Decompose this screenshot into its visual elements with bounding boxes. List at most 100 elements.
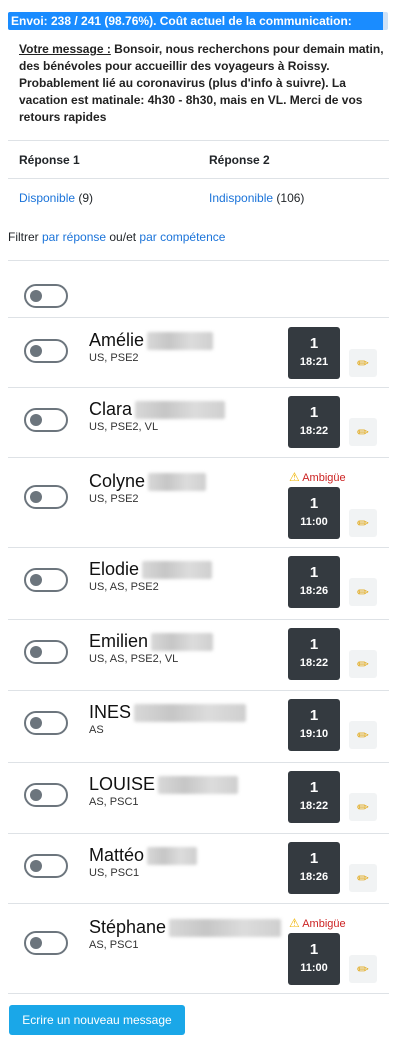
response-badge[interactable]: 1 11:00 [288,933,340,985]
response-badge[interactable]: 1 19:10 [288,699,340,751]
recipient-first-name: Emilien [89,631,149,651]
recipient-row: Amélie US, PSE2 1 18:21 ✏ [8,318,389,387]
recipient-skills: US, AS, PSE2 [89,581,159,593]
edit-pencil-icon[interactable]: ✏ [349,509,377,537]
recipient-name-row: Mattéo [89,845,198,867]
recipient-first-name: Elodie [89,559,140,579]
response-time: 18:22 [299,657,329,669]
divider [8,260,389,261]
response-badge[interactable]: 1 18:22 [288,628,340,680]
response-number: 1 [309,707,319,724]
toggle-knob [30,345,42,357]
response-time: 18:22 [299,800,329,812]
recipient-name-row: Emilien [89,631,214,653]
edit-pencil-icon[interactable]: ✏ [349,864,377,892]
recipient-row: INES AS 1 19:10 ✏ [8,690,389,762]
response-time: 18:26 [299,585,329,597]
recipient-row: Elodie US, AS, PSE2 1 18:26 ✏ [8,547,389,619]
divider [8,178,389,179]
response-badge[interactable]: 1 18:26 [288,556,340,608]
send-status-text: Envoi: 238 / 241 (98.76%). Coût actuel d… [11,14,352,28]
edit-pencil-icon[interactable]: ✏ [349,955,377,983]
warning-icon: ⚠ [289,916,300,930]
redacted-last-name [135,400,226,419]
response-1-link[interactable]: Disponible [19,191,75,205]
edit-pencil-icon[interactable]: ✏ [349,349,377,377]
filter-line: Filtrer par réponse ou/et par compétence [8,230,225,244]
response-badge[interactable]: 1 18:22 [288,771,340,823]
divider [8,140,389,141]
response-number: 1 [309,564,319,581]
redacted-last-name [151,632,214,651]
response-badge[interactable]: 1 18:22 [288,396,340,448]
response-1-header: Réponse 1 [19,153,80,167]
recipient-toggle[interactable] [24,339,68,363]
ambiguous-flag: ⚠ Ambigüe [289,470,346,484]
message-title: Votre message : [19,42,111,56]
redacted-last-name [147,846,198,865]
recipient-row: Mattéo US, PSC1 1 18:26 ✏ [8,833,389,903]
recipient-name-row: Clara [89,399,226,421]
redacted-last-name [148,472,207,491]
response-2-header: Réponse 2 [209,153,270,167]
response-2-count: (106) [276,191,305,205]
recipient-toggle[interactable] [24,711,68,735]
toggle-knob [30,646,42,658]
recipient-row: Stéphane AS, PSC1 ⚠ Ambigüe 1 11:00 ✏ [8,903,389,993]
recipient-first-name: Stéphane [89,917,167,937]
recipient-toggle[interactable] [24,568,68,592]
edit-pencil-icon[interactable]: ✏ [349,721,377,749]
ambiguous-label: Ambigüe [302,472,346,484]
recipient-first-name: Clara [89,399,133,419]
recipient-first-name: Colyne [89,471,146,491]
recipient-skills: US, PSE2, VL [89,421,159,433]
warning-icon: ⚠ [289,470,300,484]
response-badge[interactable]: 1 11:00 [288,487,340,539]
new-message-button[interactable]: Ecrire un nouveau message [9,1005,185,1035]
recipient-name-row: LOUISE [89,774,239,796]
recipient-toggle[interactable] [24,408,68,432]
recipient-row: LOUISE AS, PSC1 1 18:22 ✏ [8,762,389,833]
toggle-knob [30,414,42,426]
response-2-link[interactable]: Indisponible [209,191,273,205]
recipient-toggle[interactable] [24,783,68,807]
response-number: 1 [309,404,319,421]
response-time: 18:26 [299,871,329,883]
recipient-first-name: LOUISE [89,774,156,794]
ambiguous-flag: ⚠ Ambigüe [289,916,346,930]
recipient-name-row: Amélie [89,330,214,352]
recipient-toggle[interactable] [24,485,68,509]
response-1-value: Disponible (9) [19,191,93,205]
toggle-knob [30,717,42,729]
response-number: 1 [309,941,319,958]
response-badge[interactable]: 1 18:21 [288,327,340,379]
recipient-row: Emilien US, AS, PSE2, VL 1 18:22 ✏ [8,619,389,690]
recipient-name-row: Colyne [89,471,207,493]
recipient-toggle[interactable] [24,854,68,878]
redacted-last-name [142,560,213,579]
filter-by-response-link[interactable]: par réponse [42,230,106,244]
response-badge[interactable]: 1 18:26 [288,842,340,894]
recipient-toggle[interactable] [24,931,68,955]
recipient-toggle[interactable] [24,640,68,664]
recipient-skills: AS [89,724,104,736]
filter-prefix: Filtrer [8,230,42,244]
response-number: 1 [309,779,319,796]
edit-pencil-icon[interactable]: ✏ [349,418,377,446]
response-1-count: (9) [78,191,94,205]
recipient-name-row: INES [89,702,247,724]
select-all-toggle[interactable] [24,284,68,308]
response-number: 1 [309,335,319,352]
redacted-last-name [134,703,247,722]
filter-by-skill-link[interactable]: par compétence [139,230,225,244]
recipient-row: Clara US, PSE2, VL 1 18:22 ✏ [8,387,389,457]
edit-pencil-icon[interactable]: ✏ [349,793,377,821]
edit-pencil-icon[interactable]: ✏ [349,578,377,606]
message-text: Votre message : Bonsoir, nous recherchon… [19,41,384,126]
edit-pencil-icon[interactable]: ✏ [349,650,377,678]
response-time: 18:21 [299,356,329,368]
ambiguous-label: Ambigüe [302,918,346,930]
recipient-first-name: Amélie [89,330,145,350]
redacted-last-name [158,775,239,794]
toggle-knob [30,860,42,872]
